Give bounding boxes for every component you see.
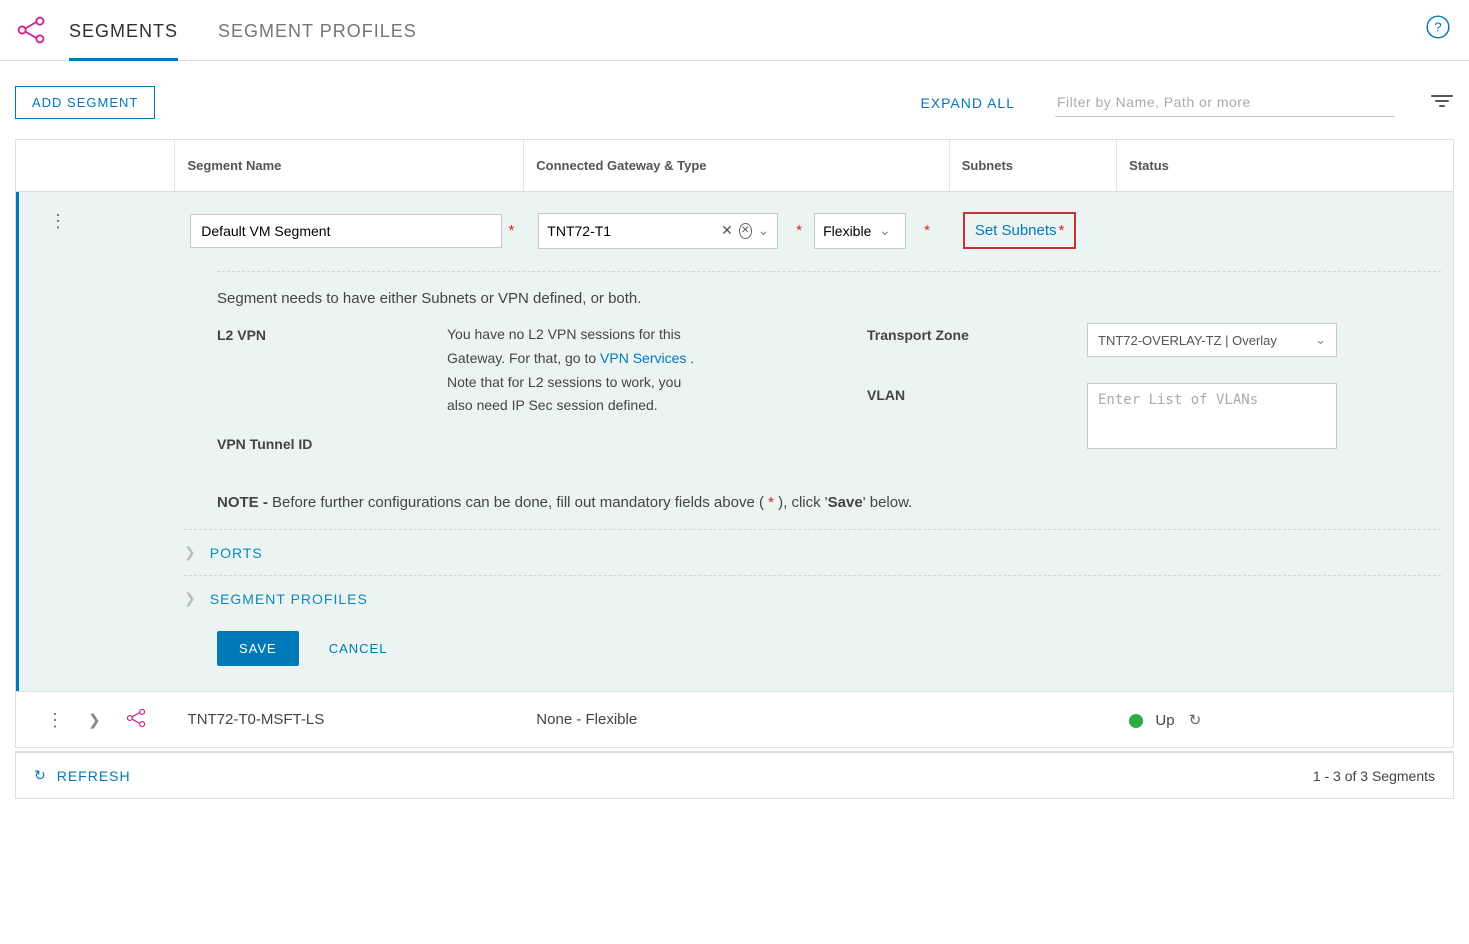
- col-subnets: Subnets: [950, 140, 1117, 191]
- chevron-down-icon[interactable]: ⌄: [1315, 332, 1326, 348]
- help-icon[interactable]: ?: [1425, 14, 1451, 43]
- segments-icon: [125, 707, 147, 733]
- tab-bar: SEGMENTS SEGMENT PROFILES: [15, 10, 457, 60]
- set-subnets-link[interactable]: Set Subnets: [975, 222, 1057, 239]
- col-actions: [16, 140, 175, 191]
- required-mark: *: [796, 222, 802, 239]
- note-text: NOTE - Before further configurations can…: [19, 466, 1453, 529]
- clear-select-icon[interactable]: ✕: [739, 223, 752, 239]
- required-mark: *: [508, 222, 514, 239]
- accordion-profiles-label: SEGMENT PROFILES: [210, 591, 368, 607]
- transport-zone-label: Transport Zone: [867, 323, 1087, 357]
- required-mark: *: [924, 222, 930, 239]
- gateway-input[interactable]: [547, 223, 717, 239]
- segment-name-input[interactable]: [190, 214, 502, 248]
- gateway-cell: None - Flexible: [524, 711, 949, 728]
- accordion-ports-label: PORTS: [210, 545, 263, 561]
- col-connected-gateway: Connected Gateway & Type: [524, 140, 949, 191]
- vlan-label: VLAN: [867, 383, 1087, 452]
- vpn-services-link[interactable]: VPN Services: [600, 350, 686, 366]
- tab-segments[interactable]: SEGMENTS: [69, 11, 178, 61]
- status-cell: Up ↻: [1117, 711, 1453, 729]
- accordion-segment-profiles[interactable]: ❯ SEGMENT PROFILES: [19, 576, 1453, 621]
- set-subnets-button[interactable]: Set Subnets *: [963, 212, 1077, 249]
- row-menu-icon[interactable]: ⋮: [46, 711, 64, 729]
- pagination-text: 1 - 3 of 3 Segments: [1313, 768, 1435, 784]
- cancel-button[interactable]: CANCEL: [329, 631, 388, 666]
- transport-zone-value: TNT72-OVERLAY-TZ | Overlay: [1098, 333, 1308, 348]
- type-select[interactable]: ⌄: [814, 213, 906, 249]
- refresh-status-icon[interactable]: ↻: [1189, 712, 1202, 729]
- vpn-tunnel-id-label: VPN Tunnel ID: [217, 432, 447, 452]
- gateway-select[interactable]: ✕ ✕ ⌄: [538, 213, 778, 249]
- chevron-right-icon: ❯: [184, 544, 196, 561]
- chevron-right-icon: ❯: [184, 590, 196, 607]
- refresh-icon: ↻: [34, 767, 47, 784]
- segment-name-cell: TNT72-T0-MSFT-LS: [176, 711, 525, 728]
- col-segment-name: Segment Name: [175, 140, 524, 191]
- table-header: Segment Name Connected Gateway & Type Su…: [16, 140, 1453, 192]
- vlan-input[interactable]: [1087, 383, 1337, 449]
- subnet-vpn-hint: Segment needs to have either Subnets or …: [19, 272, 1453, 323]
- segments-table: Segment Name Connected Gateway & Type Su…: [15, 139, 1454, 748]
- status-text: Up: [1155, 712, 1174, 729]
- required-mark: *: [1059, 222, 1065, 239]
- col-status: Status: [1117, 140, 1453, 191]
- type-value: [823, 223, 873, 239]
- chevron-down-icon[interactable]: ⌄: [758, 222, 770, 239]
- status-dot-icon: [1129, 714, 1143, 728]
- chevron-down-icon[interactable]: ⌄: [879, 222, 891, 239]
- toolbar: ADD SEGMENT EXPAND ALL: [0, 61, 1469, 139]
- expand-all-button[interactable]: EXPAND ALL: [920, 95, 1015, 111]
- save-button[interactable]: SAVE: [217, 631, 299, 666]
- filter-settings-icon[interactable]: [1430, 92, 1454, 113]
- svg-text:?: ?: [1434, 19, 1441, 34]
- expand-row-icon[interactable]: ❯: [88, 711, 101, 729]
- table-footer: ↻ REFRESH 1 - 3 of 3 Segments: [15, 751, 1454, 799]
- clear-text-icon[interactable]: ✕: [721, 222, 733, 239]
- segments-icon: [15, 14, 47, 49]
- page-header: SEGMENTS SEGMENT PROFILES ?: [0, 0, 1469, 61]
- refresh-button[interactable]: ↻ REFRESH: [34, 767, 131, 784]
- row-menu-icon[interactable]: ⋮: [49, 212, 67, 249]
- add-segment-button[interactable]: ADD SEGMENT: [15, 86, 155, 119]
- transport-zone-select[interactable]: TNT72-OVERLAY-TZ | Overlay ⌄: [1087, 323, 1337, 357]
- filter-input[interactable]: [1055, 88, 1395, 117]
- l2vpn-label: L2 VPN: [217, 323, 447, 418]
- segment-edit-row: ⋮ * ✕ ✕ ⌄ * ⌄ *: [16, 192, 1453, 691]
- accordion-ports[interactable]: ❯ PORTS: [19, 530, 1453, 575]
- refresh-label: REFRESH: [57, 768, 131, 784]
- l2vpn-value: You have no L2 VPN sessions for this Gat…: [447, 323, 707, 418]
- tab-segment-profiles[interactable]: SEGMENT PROFILES: [218, 11, 417, 61]
- table-row: ⋮ ❯ TNT72-T0-MSFT-LS None - Flexible Up …: [16, 691, 1453, 747]
